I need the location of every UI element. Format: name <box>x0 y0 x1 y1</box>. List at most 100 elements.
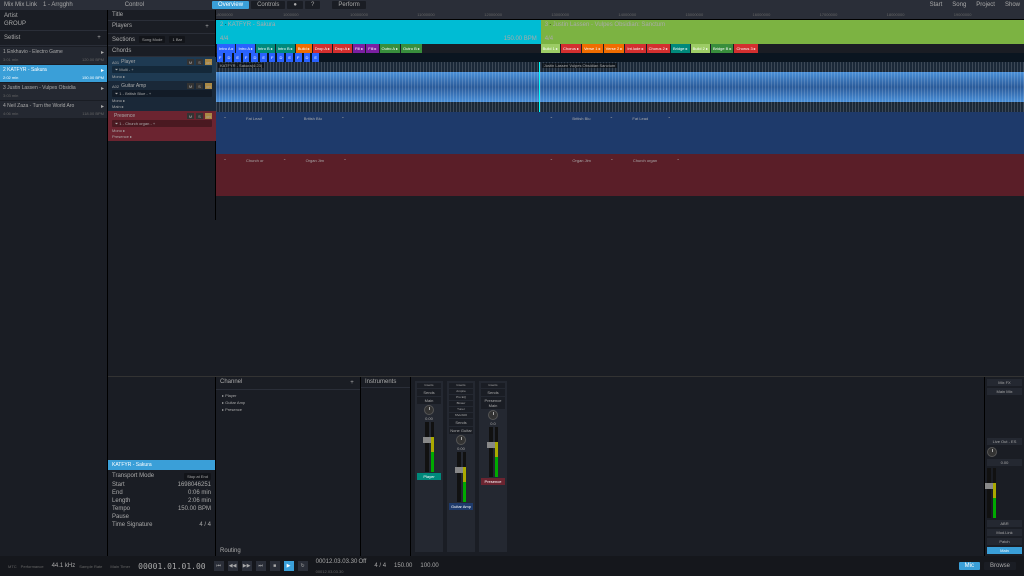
artist-label: Artist <box>4 13 18 19</box>
marker[interactable]: Chorus 3 ▸ <box>734 44 757 53</box>
rewind-button[interactable]: ⏮ <box>214 561 224 571</box>
insert-slot[interactable]: Inserts <box>449 383 473 388</box>
pan-knob[interactable] <box>488 410 498 420</box>
setlist-item[interactable]: 1 Enkhavio - Electro Game▸3:01 min120.00… <box>0 47 107 64</box>
mic-button[interactable]: Mic <box>959 562 980 570</box>
track-header[interactable]: PresenceMSon⏷ 1 - Church organ - +Mono ▸… <box>108 111 216 141</box>
marker[interactable]: Outro B ▸ <box>401 44 422 53</box>
waveform-1[interactable]: KATFYR - Sakura(4:23) <box>216 62 539 112</box>
chord[interactable]: E <box>260 53 267 62</box>
chord[interactable]: D <box>225 53 232 62</box>
marker[interactable]: Fill ▸ <box>366 44 378 53</box>
channel-item[interactable]: ▸ Presence <box>220 406 356 413</box>
main-button[interactable]: Main <box>987 547 1022 554</box>
marker[interactable]: Bridge ▸ <box>671 44 690 53</box>
insert-slot[interactable]: Pro EQ <box>449 395 473 400</box>
marker[interactable]: Chorus ▸ <box>561 44 581 53</box>
guitar-patch-lane-1[interactable]: -Fat Lead-British Blu- <box>216 112 542 124</box>
main-fader[interactable] <box>987 468 991 518</box>
chord[interactable]: E <box>234 53 241 62</box>
mode-label: Transport Mode <box>112 473 154 480</box>
output-knob[interactable] <box>987 447 997 457</box>
insert-slot[interactable]: MVerb00 <box>449 413 473 418</box>
insert-slot[interactable]: Ampire <box>449 389 473 394</box>
marker[interactable]: Verse 1 ▸ <box>582 44 603 53</box>
insert-slot[interactable]: Binaur <box>449 401 473 406</box>
nav-start[interactable]: Start <box>930 2 943 8</box>
insert-slot[interactable]: Tuner <box>449 407 473 412</box>
channel-item[interactable]: ▸ Player <box>220 392 356 399</box>
browse-button[interactable]: Browse <box>984 562 1016 570</box>
song-block-1[interactable]: 2 - KATFYR - Sakura 4/4150.00 BPM <box>216 20 541 44</box>
record-icon[interactable]: ● <box>287 1 303 9</box>
marker[interactable]: Bridge B ▸ <box>711 44 733 53</box>
pan-knob[interactable] <box>456 435 466 445</box>
nav-show[interactable]: Show <box>1005 2 1020 8</box>
tab-controls[interactable]: Controls <box>251 1 285 9</box>
marker[interactable]: Build 1 ▸ <box>541 44 560 53</box>
artist-selector[interactable]: 1 - Arrgghh <box>43 2 73 8</box>
setlist-item[interactable]: 3 Justin Lassen - Vulpes Obsidia▸3:03 mi… <box>0 83 107 100</box>
setlist-item[interactable]: 2 KATFYR - Sakura▸2:02 min150.00 BPM <box>0 65 107 82</box>
marker[interactable]: Intro A ▸ <box>217 44 235 53</box>
selected-song-title: KATFYR - Sakura <box>108 460 215 470</box>
tab-overview[interactable]: Overview <box>212 1 249 9</box>
pan-knob[interactable] <box>424 405 434 415</box>
marker[interactable]: Int.lude ▸ <box>625 44 645 53</box>
fader[interactable] <box>457 452 461 502</box>
marker[interactable]: Outro A ▸ <box>380 44 400 53</box>
mixfx-button[interactable]: Mix FX <box>987 379 1022 386</box>
add-channel-icon[interactable]: + <box>348 379 356 387</box>
setlist-item[interactable]: 4 Neil Zaza - Turn the World Aro▸4:06 mi… <box>0 101 107 118</box>
marker[interactable]: Build ▸ <box>296 44 312 53</box>
mode-dropdown[interactable]: Stop at End <box>184 473 211 480</box>
chord[interactable]: D <box>304 53 311 62</box>
routing-button[interactable]: Routing <box>220 548 241 554</box>
perform-button[interactable]: Perform <box>332 1 365 9</box>
nav-project[interactable]: Project <box>976 2 995 8</box>
channel-item[interactable]: ▸ Guitar Amp <box>220 399 356 406</box>
insert-slot[interactable]: Inserts <box>417 383 441 388</box>
chord[interactable]: D <box>251 53 258 62</box>
loop-button[interactable]: ↻ <box>298 561 308 571</box>
track-header[interactable]: A01PlayerMSon⏷ Multi - +Mono ▸ <box>108 57 216 81</box>
marker[interactable]: Verse 2 ▸ <box>604 44 625 53</box>
add-player-icon[interactable]: + <box>203 23 211 31</box>
track-header[interactable]: A02Guitar AmpMSon⏷ 1 - British Blue - +M… <box>108 81 216 111</box>
guitar-patch-lane-2[interactable]: -British Blu-Fat Lead- <box>542 112 1024 124</box>
chord[interactable]: E <box>286 53 293 62</box>
marker[interactable]: Drop A ▸ <box>313 44 332 53</box>
chord[interactable]: F <box>295 53 301 62</box>
song-block-2[interactable]: 3 - Justin Lassen - Vulpes Obsidian: San… <box>541 20 1024 44</box>
marker[interactable]: Intro B ▸ <box>276 44 295 53</box>
end-button[interactable]: ⏭ <box>256 561 266 571</box>
fader[interactable] <box>489 427 493 477</box>
presence-patch-lane-1[interactable]: -Church or-Organ Jim- <box>216 154 542 166</box>
insert-slot[interactable]: Inserts <box>481 383 505 388</box>
back-button[interactable]: ◀◀ <box>228 561 238 571</box>
chord[interactable]: F <box>269 53 275 62</box>
nav-song[interactable]: Song <box>952 2 966 8</box>
marker[interactable]: Drop A ▸ <box>333 44 352 53</box>
song-mode-dropdown[interactable]: Song Mode <box>139 36 165 43</box>
chord[interactable]: E <box>312 53 319 62</box>
bar-dropdown[interactable]: 1 Bar <box>169 36 185 43</box>
waveform-2[interactable]: Justin Lassen Vulpes Obsidian Sanctum <box>539 62 1024 112</box>
marker[interactable]: Intro B ▸ <box>256 44 275 53</box>
add-setlist-icon[interactable]: + <box>95 34 103 42</box>
marker[interactable]: Chorus 2 ▸ <box>647 44 670 53</box>
chord[interactable]: F <box>217 53 223 62</box>
chord[interactable]: D <box>277 53 284 62</box>
marker[interactable]: Intro A ▸ <box>236 44 254 53</box>
mixer-strip: InsertsSendsPresence Main0.0Presence <box>479 381 507 552</box>
fader[interactable] <box>425 422 429 472</box>
play-button[interactable]: ▶ <box>284 561 294 571</box>
stop-button[interactable]: ■ <box>270 561 280 571</box>
mainmix-button[interactable]: Main Mix <box>987 388 1022 395</box>
marker[interactable]: Fill ▸ <box>353 44 365 53</box>
chord[interactable]: F <box>243 53 249 62</box>
help-icon[interactable]: ? <box>305 1 320 9</box>
marker[interactable]: Build 2 ▸ <box>691 44 710 53</box>
presence-patch-lane-2[interactable]: -Organ Jim-Church organ- <box>542 154 1024 166</box>
fwd-button[interactable]: ▶▶ <box>242 561 252 571</box>
